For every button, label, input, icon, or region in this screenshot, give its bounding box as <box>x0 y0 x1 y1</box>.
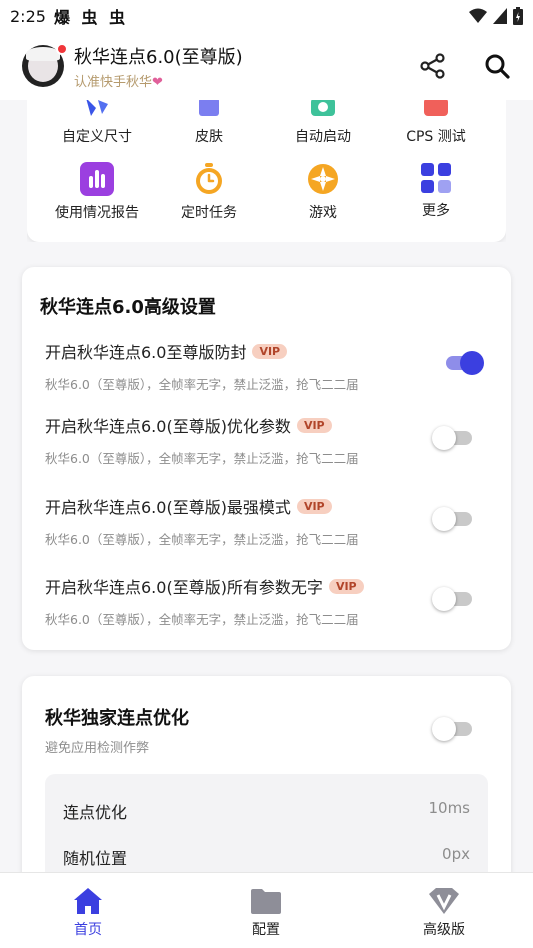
page-subtitle: 认准快手秋华❤ <box>74 74 163 90</box>
cps-test-icon <box>424 100 448 116</box>
notification-icons: 爆 虫 虫 <box>53 8 129 27</box>
grid-item-autostart[interactable]: 自动启动 <box>263 100 383 146</box>
game-icon <box>308 164 338 194</box>
nav-label: 配置 <box>252 922 280 938</box>
wifi-icon <box>469 8 487 23</box>
setting-strongest-mode[interactable]: 开启秋华连点6.0(至尊版)最强模式 VIP 秋华6.0（至尊版），全帧率无字，禁… <box>45 494 485 548</box>
share-button[interactable] <box>419 52 447 80</box>
param-row-random-position[interactable]: 随机位置 0px <box>63 845 470 869</box>
setting-anti-ban[interactable]: 开启秋华连点6.0至尊版防封 VIP 秋华6.0（至尊版），全帧率无字，禁止泛滥，… <box>45 339 485 393</box>
signal-icon <box>493 8 507 24</box>
quick-actions-card: 自定义尺寸 皮肤 自动启动 CPS 测试 使用情况报告 定时任务 游戏 更多 <box>27 100 506 242</box>
advanced-settings-card: 秋华连点6.0高级设置 开启秋华连点6.0至尊版防封 VIP 秋华6.0（至尊版）… <box>22 267 511 650</box>
setting-title: 开启秋华连点6.0(至尊版)所有参数无字 <box>45 578 323 597</box>
nav-home[interactable]: 首页 <box>38 887 138 939</box>
system-icons <box>469 7 523 25</box>
grid-item-label: 自定义尺寸 <box>62 129 132 145</box>
avatar[interactable] <box>22 43 68 87</box>
grid-item-label: 更多 <box>422 203 450 219</box>
nav-premium[interactable]: 高级版 <box>394 887 494 939</box>
grid-item-cps-test[interactable]: CPS 测试 <box>376 100 496 146</box>
status-bar: 2:25 爆 虫 虫 <box>0 0 533 32</box>
toggle-click-optimization[interactable] <box>432 717 474 741</box>
resize-icon <box>86 100 108 116</box>
timer-icon <box>196 163 222 194</box>
status-time: 2:25 <box>10 6 46 26</box>
grid-item-more[interactable]: 更多 <box>376 162 496 220</box>
nav-label: 首页 <box>74 922 102 938</box>
setting-title: 开启秋华连点6.0(至尊版)优化参数 <box>45 417 291 436</box>
more-grid-icon <box>421 163 451 193</box>
grid-item-game[interactable]: 游戏 <box>263 162 383 222</box>
vip-badge: VIP <box>328 578 364 594</box>
setting-all-params-no-text[interactable]: 开启秋华连点6.0(至尊版)所有参数无字 VIP 秋华6.0（至尊版），全帧率无字… <box>45 574 485 628</box>
toggle-anti-ban[interactable] <box>442 351 484 375</box>
nav-label: 高级版 <box>423 922 465 938</box>
param-row-click-optimization[interactable]: 连点优化 10ms <box>63 799 470 823</box>
param-value: 0px <box>442 845 470 863</box>
optimization-subtitle: 避免应用检测作弊 <box>45 741 150 756</box>
setting-description: 秋华6.0（至尊版），全帧率无字，禁止泛滥，抢飞二二届 <box>45 451 359 466</box>
setting-title: 开启秋华连点6.0至尊版防封 <box>45 343 247 362</box>
grid-item-label: CPS 测试 <box>406 129 466 145</box>
optimization-title: 秋华独家连点优化 <box>45 708 189 729</box>
grid-item-label: 自动启动 <box>295 129 351 145</box>
setting-description: 秋华6.0（至尊版），全帧率无字，禁止泛滥，抢飞二二届 <box>45 377 359 392</box>
folder-icon <box>251 889 281 914</box>
setting-optimize-params[interactable]: 开启秋华连点6.0(至尊版)优化参数 VIP 秋华6.0（至尊版），全帧率无字，禁… <box>45 413 485 467</box>
home-icon <box>74 888 102 914</box>
toggle-strongest-mode[interactable] <box>432 507 474 531</box>
notification-dot <box>56 43 68 55</box>
search-icon <box>485 54 510 79</box>
premium-v-icon <box>429 888 459 914</box>
grid-item-skin[interactable]: 皮肤 <box>149 100 269 146</box>
page-title: 秋华连点6.0(至尊版) <box>74 46 243 68</box>
grid-item-label: 定时任务 <box>181 205 237 221</box>
grid-item-usage-report[interactable]: 使用情况报告 <box>37 162 157 222</box>
bar-chart-icon <box>80 162 114 196</box>
skin-icon <box>199 100 219 116</box>
heart-icon: ❤ <box>152 74 163 90</box>
grid-item-custom-size[interactable]: 自定义尺寸 <box>37 100 157 146</box>
nav-config[interactable]: 配置 <box>216 887 316 939</box>
grid-item-label: 游戏 <box>309 205 337 221</box>
grid-item-timer-task[interactable]: 定时任务 <box>149 162 269 222</box>
param-label: 随机位置 <box>63 849 128 868</box>
vip-badge: VIP <box>296 417 332 433</box>
toggle-all-params-no-text[interactable] <box>432 587 474 611</box>
setting-description: 秋华6.0（至尊版），全帧率无字，禁止泛滥，抢飞二二届 <box>45 532 359 547</box>
setting-title: 开启秋华连点6.0(至尊版)最强模式 <box>45 498 291 517</box>
autostart-icon <box>311 100 335 116</box>
grid-item-label: 使用情况报告 <box>55 205 139 221</box>
param-value: 10ms <box>428 799 470 817</box>
toggle-optimize-params[interactable] <box>432 426 474 450</box>
grid-item-label: 皮肤 <box>195 129 223 145</box>
param-label: 连点优化 <box>63 803 128 822</box>
app-header: 秋华连点6.0(至尊版) 认准快手秋华❤ <box>0 32 533 100</box>
battery-icon <box>513 7 523 25</box>
search-button[interactable] <box>483 52 511 80</box>
quick-actions-grid: 自定义尺寸 皮肤 自动启动 CPS 测试 使用情况报告 定时任务 游戏 更多 <box>27 100 506 242</box>
share-icon <box>420 53 445 79</box>
vip-badge: VIP <box>296 498 332 514</box>
bottom-navigation: 首页 配置 高级版 <box>0 872 533 948</box>
setting-description: 秋华6.0（至尊版），全帧率无字，禁止泛滥，抢飞二二届 <box>45 612 359 627</box>
vip-badge: VIP <box>252 343 288 359</box>
advanced-settings-title: 秋华连点6.0高级设置 <box>40 297 216 318</box>
